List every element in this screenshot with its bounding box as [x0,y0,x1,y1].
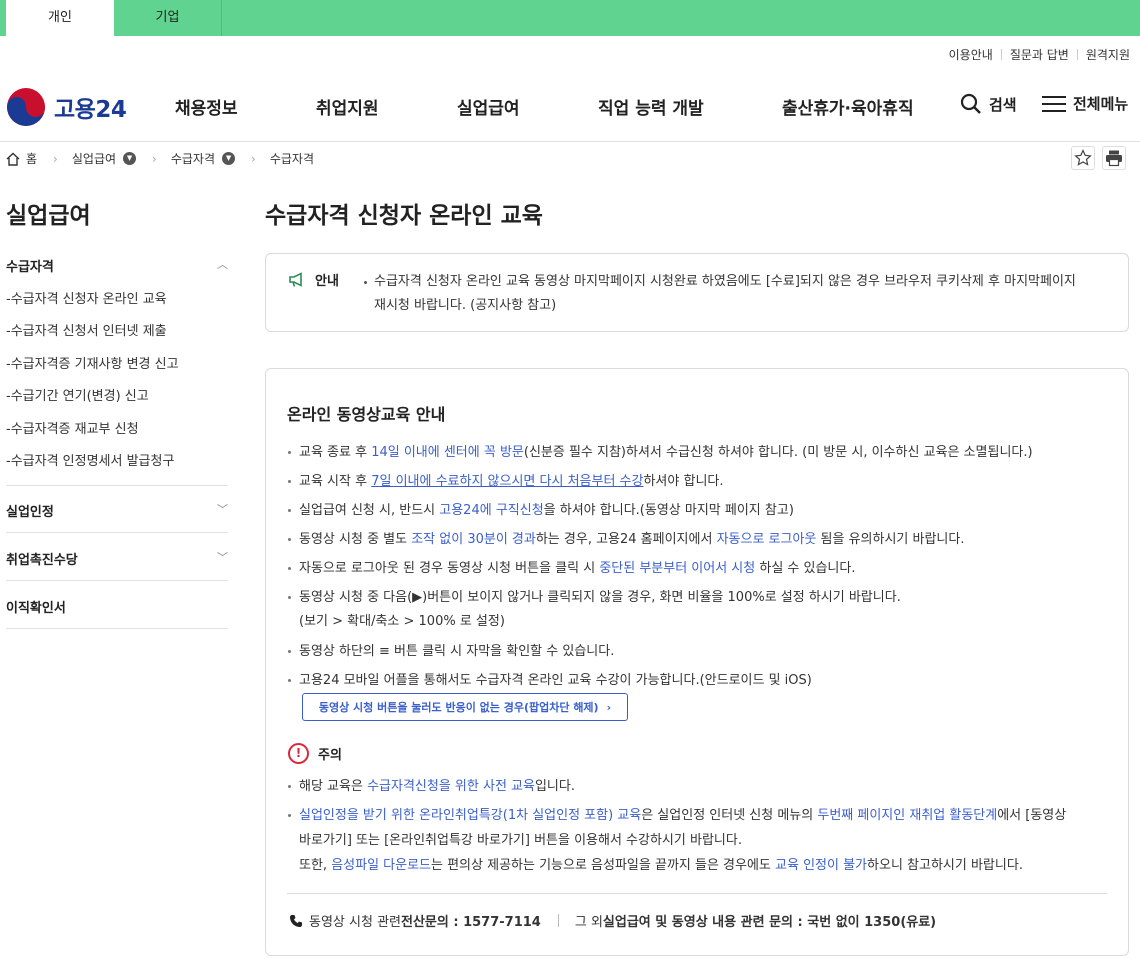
top-tab-bar: 개인 기업 [0,0,1140,36]
chevron-up-icon: ︿ [217,258,228,271]
all-menu-button[interactable]: 전체메뉴 [1042,93,1128,114]
contact-other-number: 실업급여 및 동영상 내용 관련 문의 : 국번 없이 1350(유료) [602,915,937,930]
sidebar-item-reissue[interactable]: -수급자격증 재교부 신청 [6,418,139,437]
notice-box: 안내 수급자격 신청자 온라인 교육 동영상 마지막페이지 시청완료 하였음에도… [265,253,1129,332]
search-icon [960,93,981,114]
guide-item-5: 자동으로 로그아웃 된 경우 동영상 시청 버튼을 클릭 시 중단된 부분부터 … [288,554,1109,583]
guide-title: 온라인 동영상교육 안내 [287,405,446,424]
printer-icon [1106,150,1122,167]
guide-divider [287,893,1107,894]
chevron-right-icon: › [606,700,612,714]
search-label: 검색 [989,95,1017,114]
home-icon[interactable] [6,152,20,166]
nav-employment-support[interactable]: 취업지원 [316,94,379,119]
breadcrumb-current: 수급자격 [269,152,314,166]
notice-label-text: 안내 [315,274,339,289]
header-divider [0,141,1140,142]
search-button[interactable]: 검색 [960,93,1017,115]
breadcrumb-home[interactable]: 홈 [26,150,37,167]
nav-skill-development[interactable]: 직업 능력 개발 [598,94,704,119]
sidebar-item-internet-application[interactable]: -수급자격 신청서 인터넷 제출 [6,320,167,339]
popup-block-help-label: 동영상 시청 버튼을 눌러도 반응이 없는 경우(팝업차단 해제) [318,701,599,714]
sidebar-section-label: 이직확인서 [6,601,66,616]
notice-line-2: 재시청 바랍니다. (공지사항 참고) [374,298,557,313]
tab-business[interactable]: 기업 [114,0,222,36]
sidebar-section-label: 취업촉진수당 [6,553,78,568]
megaphone-icon [289,271,302,287]
sidebar-section-label: 실업인정 [6,505,54,520]
taegeuk-logo-icon [7,88,45,126]
print-button[interactable] [1102,146,1126,170]
guide-item-7: 동영상 하단의 ≡ 버튼 클릭 시 자막을 확인할 수 있습니다. [288,637,1109,666]
utility-links: 이용안내 질문과 답변 원격지원 [949,46,1130,63]
exclamation-icon: ! [288,743,309,764]
sidebar-section-employment-promotion[interactable]: 취업촉진수당 ﹀ [6,549,228,568]
dropdown-icon[interactable]: ▼ [123,152,137,165]
notice-text: 수급자격 신청자 온라인 교육 동영상 마지막페이지 시청완료 하였음에도 [수… [364,270,1114,318]
breadcrumb-level1[interactable]: 실업급여 [72,150,116,167]
chevron-down-icon: ﹀ [217,551,228,564]
hamburger-icon [1042,95,1066,112]
popup-block-help-button[interactable]: 동영상 시청 버튼을 눌러도 반응이 없는 경우(팝업차단 해제) › [302,693,628,721]
contact-info: 동영상 시청 관련 전산문의 : 1577-7114 그 외 실업급여 및 동영… [289,911,936,930]
favorite-button[interactable] [1071,146,1095,170]
sidebar-divider [6,532,228,533]
sidebar-divider [6,485,228,486]
chevron-down-icon: ﹀ [217,503,228,516]
caution-heading: ! 주의 [288,743,342,764]
sidebar-section-unemployment-recognition[interactable]: 실업인정 ﹀ [6,501,228,520]
chevron-right-icon: › [152,151,157,166]
contact-label-tech: 동영상 시청 관련 [309,915,401,930]
sidebar-divider [6,628,228,629]
sidebar-item-period-extension[interactable]: -수급기간 연기(변경) 신고 [6,385,149,404]
sidebar-section-label: 수급자격 [6,260,54,275]
nav-parental-leave[interactable]: 출산휴가·육아휴직 [782,94,914,119]
nav-jobs[interactable]: 채용정보 [175,94,238,119]
star-icon [1074,149,1092,166]
brand-name: 고용24 [54,97,127,123]
sidebar-item-change-report[interactable]: -수급자격증 기재사항 변경 신고 [6,353,179,372]
sidebar-title: 실업급여 [6,203,91,229]
util-link-remote-support[interactable]: 원격지원 [1086,46,1130,63]
chevron-right-icon: › [53,151,58,166]
sidebar-item-certificate-request[interactable]: -수급자격 인정명세서 발급청구 [6,450,174,469]
all-menu-label: 전체메뉴 [1073,95,1129,113]
sidebar-section-separation-certificate[interactable]: 이직확인서 [6,597,228,616]
caution-item-1: 해당 교육은 수급자격신청을 위한 사전 교육입니다. [288,772,1109,801]
util-link-qna[interactable]: 질문과 답변 [1010,46,1069,63]
contact-label-other: 그 외 [574,915,603,930]
caution-item-3: 또한, 음성파일 다운로드는 편의상 제공하는 기능으로 음성파일을 끝까지 들… [299,858,1023,873]
guide-item-1: 교육 종료 후 14일 이내에 센터에 꼭 방문(신분증 필수 지참)하셔서 수… [288,438,1109,467]
breadcrumb: 홈 › 실업급여 ▼ › 수급자격 ▼ › 수급자격 [6,150,314,167]
sidebar-section-eligibility[interactable]: 수급자격 ︿ [6,256,228,275]
caution-label: 주의 [318,748,342,763]
notice-line-1: 수급자격 신청자 온라인 교육 동영상 마지막페이지 시청완료 하였음에도 [수… [374,274,1076,289]
dropdown-icon[interactable]: ▼ [222,152,236,165]
chevron-right-icon: › [251,151,256,166]
phone-icon [290,914,302,927]
guide-item-8: 고용24 모바일 어플을 통해서도 수급자격 온라인 교육 수강이 가능합니다.… [288,666,1109,695]
breadcrumb-level2[interactable]: 수급자격 [171,150,215,167]
contact-tech-number: 전산문의 : 1577-7114 [401,915,541,930]
tab-personal[interactable]: 개인 [6,0,114,36]
site-logo[interactable]: 고용24 [7,88,127,126]
guide-item-3: 실업급여 신청 시, 반드시 고용24에 구직신청을 하셔야 합니다.(동영상 … [288,496,1109,525]
guide-item-2: 교육 시작 후 7일 이내에 수료하지 않으시면 다시 처음부터 수강하셔야 합… [288,467,1109,496]
util-link-guide[interactable]: 이용안내 [949,46,993,63]
notice-label: 안내 [288,270,339,289]
guide-item-4: 동영상 시청 중 별도 조작 없이 30분이 경과하는 경우, 고용24 홈페이… [288,525,1109,554]
guide-item-6-sub: (보기 > 확대/축소 > 100% 로 설정) [299,614,505,629]
sidebar-divider [6,580,228,581]
nav-unemployment-benefits[interactable]: 실업급여 [457,94,520,119]
page-title: 수급자격 신청자 온라인 교육 [265,203,543,229]
sidebar-item-online-education[interactable]: -수급자격 신청자 온라인 교육 [6,288,167,307]
